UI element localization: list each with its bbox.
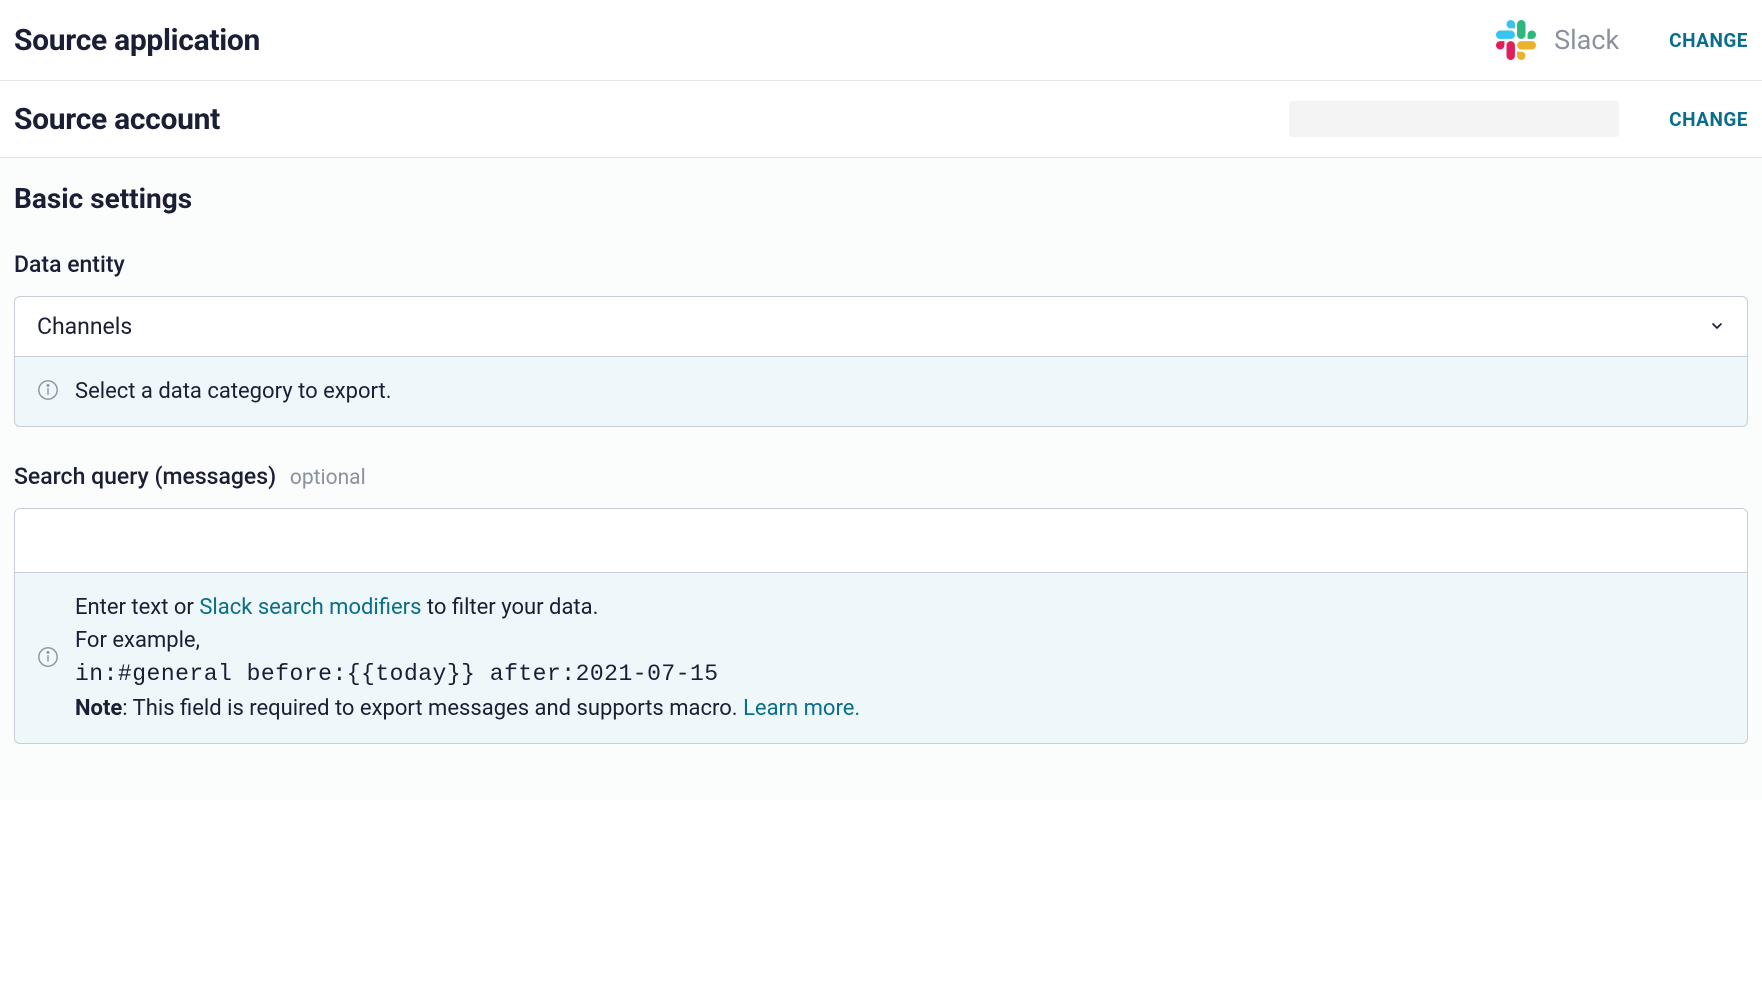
info-icon <box>37 379 59 405</box>
data-entity-select[interactable]: Channels <box>14 296 1748 357</box>
search-query-label: Search query (messages) optional <box>14 463 1748 490</box>
help-example-code: in:#general before:{{today}} after:2021-… <box>75 661 719 687</box>
help-note-text: : This field is required to export messa… <box>122 696 743 721</box>
source-application-info: Slack CHANGE <box>1496 20 1748 60</box>
data-entity-help-text: Select a data category to export. <box>75 375 392 408</box>
source-account-info: CHANGE <box>1289 101 1748 137</box>
help-example-label: For example, <box>75 628 200 653</box>
info-icon <box>37 644 59 672</box>
chevron-down-icon <box>1709 313 1725 340</box>
basic-settings-title: Basic settings <box>14 182 1748 215</box>
data-entity-help-box: Select a data category to export. <box>14 357 1748 427</box>
help-note-label: Note <box>75 696 122 721</box>
source-account-title: Source account <box>14 102 220 137</box>
data-entity-field-group: Data entity Channels Select a data categ… <box>14 251 1748 427</box>
source-application-section: Source application Slack CHANGE <box>0 0 1762 81</box>
search-query-help-box: Enter text or Slack search modifiers to … <box>14 573 1748 744</box>
basic-settings-section: Basic settings Data entity Channels Sele… <box>0 158 1762 800</box>
learn-more-link[interactable]: Learn more. <box>743 696 860 721</box>
search-query-help-text: Enter text or Slack search modifiers to … <box>75 591 860 725</box>
search-query-optional-tag: optional <box>290 466 366 490</box>
data-entity-label: Data entity <box>14 251 1748 278</box>
source-application-header: Source application Slack CHANGE <box>14 20 1748 60</box>
help-prefix: Enter text or <box>75 595 199 620</box>
change-source-app-button[interactable]: CHANGE <box>1669 29 1748 52</box>
search-query-field-group: Search query (messages) optional Enter t… <box>14 463 1748 744</box>
search-query-label-text: Search query (messages) <box>14 463 276 490</box>
search-query-input[interactable] <box>14 508 1748 573</box>
source-account-value-redacted <box>1289 101 1619 137</box>
slack-icon <box>1496 20 1536 60</box>
help-suffix: to filter your data. <box>421 595 598 620</box>
change-source-account-button[interactable]: CHANGE <box>1669 108 1748 131</box>
slack-search-modifiers-link[interactable]: Slack search modifiers <box>199 595 421 620</box>
source-application-title: Source application <box>14 23 260 58</box>
source-account-section: Source account CHANGE <box>0 81 1762 158</box>
data-entity-selected-value: Channels <box>37 313 132 340</box>
source-application-name: Slack <box>1554 24 1619 56</box>
source-account-header: Source account CHANGE <box>14 101 1748 137</box>
